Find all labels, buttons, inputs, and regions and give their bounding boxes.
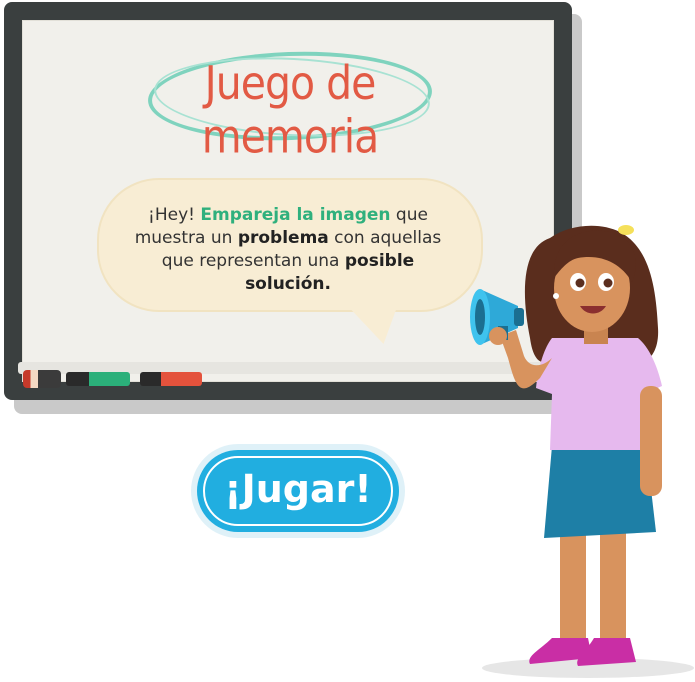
skirt	[544, 446, 656, 538]
eraser	[23, 370, 61, 388]
left-hand	[489, 327, 507, 345]
right-leg	[600, 518, 626, 648]
play-button[interactable]: ¡Jugar!	[197, 450, 399, 532]
instructions-text: ¡Hey! Empareja la imagen que muestra un …	[120, 204, 456, 296]
left-leg	[560, 518, 586, 648]
right-arm	[640, 386, 662, 496]
girl-illustration	[470, 225, 694, 678]
page-title: Juego de memoria	[201, 56, 380, 164]
instructions-bold-problema: problema	[237, 228, 329, 248]
play-button-label: ¡Jugar!	[224, 467, 372, 511]
green-marker	[66, 372, 130, 386]
red-marker	[140, 372, 202, 386]
hair-bow	[618, 225, 634, 235]
instructions-part1: ¡Hey!	[148, 205, 201, 225]
instructions-highlight: Empareja la imagen	[200, 205, 391, 225]
earring	[553, 293, 559, 299]
